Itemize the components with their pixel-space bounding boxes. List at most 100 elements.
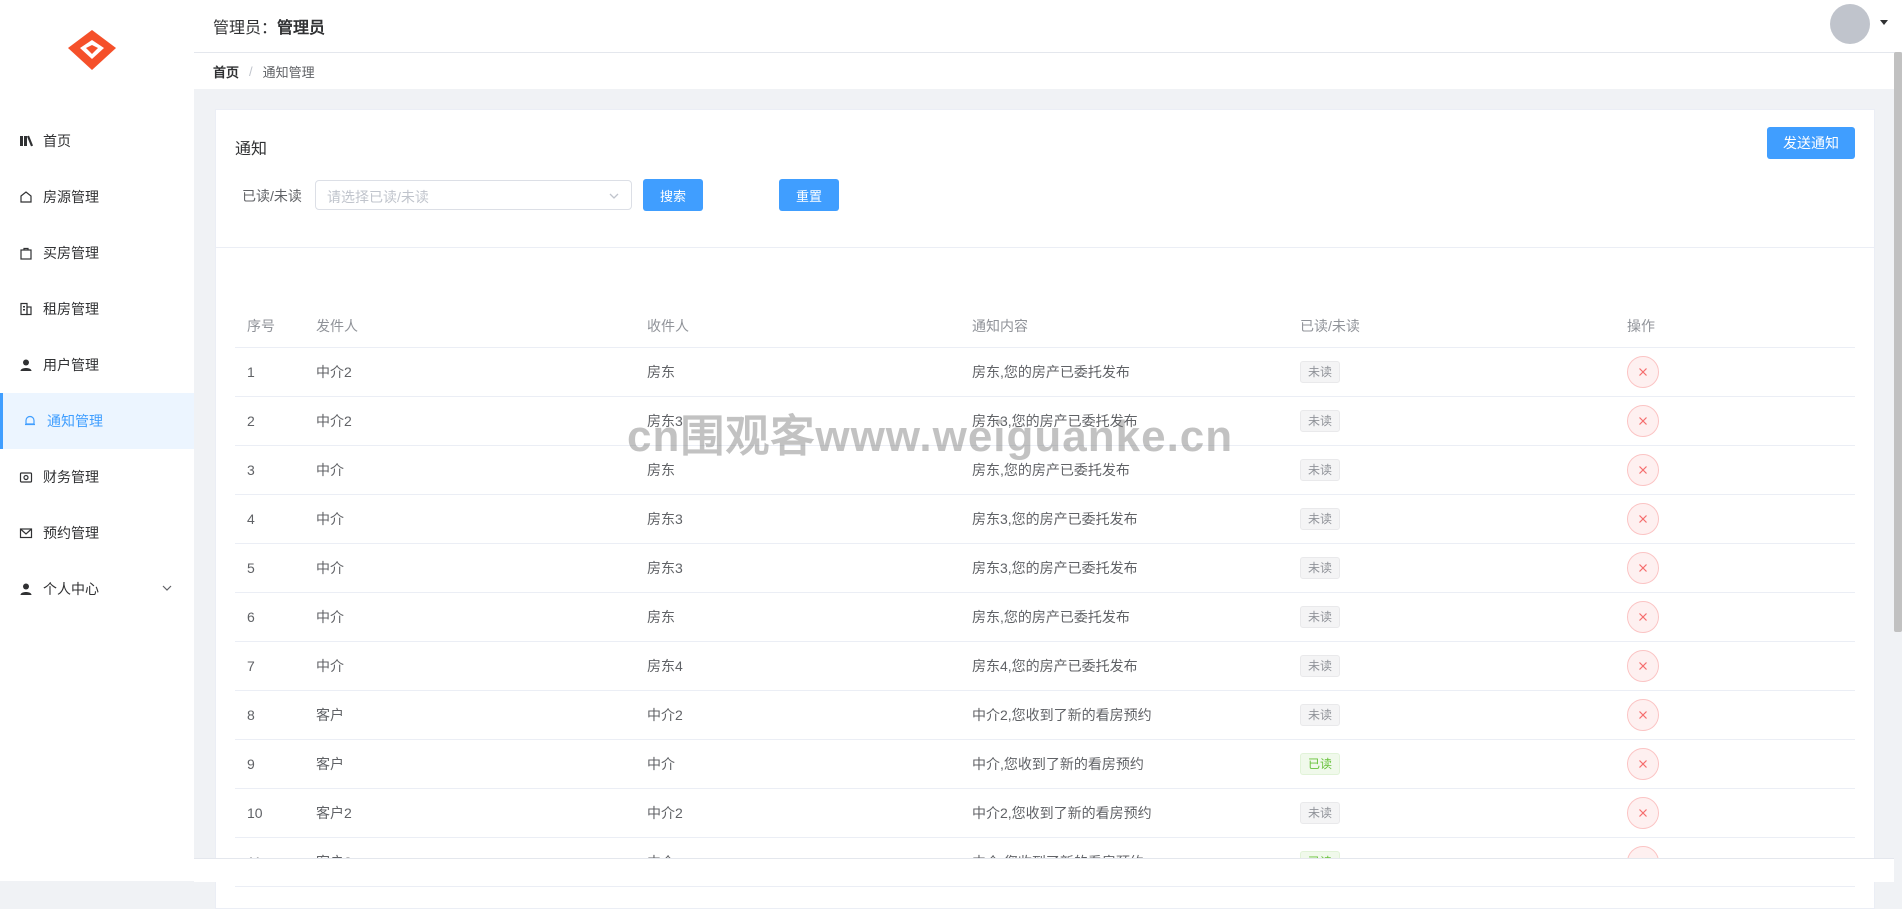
close-icon xyxy=(1639,515,1647,523)
content-cell: 房东3,您的房产已委托发布 xyxy=(972,560,1138,576)
close-icon xyxy=(1639,711,1647,719)
delete-button[interactable] xyxy=(1627,503,1659,535)
user-icon xyxy=(18,581,34,597)
chevron-down-icon xyxy=(608,189,620,201)
sidebar-item-label: 个人中心 xyxy=(43,581,99,597)
actions-cell xyxy=(1615,601,1855,633)
delete-button[interactable] xyxy=(1627,601,1659,633)
sidebar-item-5[interactable]: 通知管理 xyxy=(0,393,194,449)
horizontal-scrollbar[interactable] xyxy=(194,858,1894,882)
actions-cell xyxy=(1615,797,1855,829)
status-cell: 未读 xyxy=(1288,704,1615,726)
caret-down-icon[interactable] xyxy=(1880,20,1888,25)
select-placeholder: 请选择已读/未读 xyxy=(327,189,429,205)
sidebar-item-8[interactable]: 个人中心 xyxy=(0,561,194,617)
breadcrumb-home[interactable]: 首页 xyxy=(213,62,239,81)
delete-button[interactable] xyxy=(1627,797,1659,829)
close-icon xyxy=(1639,662,1647,670)
reset-button[interactable]: 重置 xyxy=(779,179,839,211)
wallet-icon xyxy=(18,469,34,485)
content-cell: 中介2,您收到了新的看房预约 xyxy=(972,805,1152,821)
sidebar: 首页 房源管理 买房管理 租房管理用户管理通知管理财务管理预约管理个人中心 xyxy=(0,0,194,881)
delete-button[interactable] xyxy=(1627,454,1659,486)
bell-icon xyxy=(22,413,38,429)
status-cell: 未读 xyxy=(1288,802,1615,824)
delete-button[interactable] xyxy=(1627,650,1659,682)
admin-name: 管理员 xyxy=(277,20,326,37)
row-number: 6 xyxy=(247,609,255,625)
status-cell: 未读 xyxy=(1288,655,1615,677)
sidebar-item-1[interactable]: 房源管理 xyxy=(0,169,194,225)
receiver-cell: 房东3 xyxy=(647,511,683,527)
receiver-cell: 房东 xyxy=(647,364,675,380)
status-badge: 未读 xyxy=(1300,459,1341,481)
sender-cell: 中介2 xyxy=(316,413,352,429)
sidebar-item-label: 用户管理 xyxy=(43,357,99,373)
user-icon xyxy=(18,357,34,373)
admin-label: 管理员：管理员 xyxy=(213,14,325,38)
status-cell: 已读 xyxy=(1288,753,1615,775)
sidebar-item-6[interactable]: 财务管理 xyxy=(0,449,194,505)
avatar[interactable] xyxy=(1830,4,1870,44)
delete-button[interactable] xyxy=(1627,356,1659,388)
sidebar-item-label: 通知管理 xyxy=(47,413,103,429)
sidebar-item-2[interactable]: 买房管理 xyxy=(0,225,194,281)
actions-cell xyxy=(1615,552,1855,584)
sidebar-item-3[interactable]: 租房管理 xyxy=(0,281,194,337)
sender-cell: 客户 xyxy=(316,707,344,723)
search-button[interactable]: 搜索 xyxy=(643,179,703,211)
actions-cell xyxy=(1615,699,1855,731)
close-icon xyxy=(1639,760,1647,768)
table-row: 9 客户 中介 中介,您收到了新的看房预约 已读 xyxy=(235,740,1855,789)
house-icon xyxy=(18,189,34,205)
status-badge: 未读 xyxy=(1300,361,1341,383)
close-icon xyxy=(1639,368,1647,376)
table-row: 4 中介 房东3 房东3,您的房产已委托发布 未读 xyxy=(235,495,1855,544)
row-number: 2 xyxy=(247,413,255,429)
row-number: 4 xyxy=(247,511,255,527)
top-header: 管理员：管理员 xyxy=(194,0,1902,53)
receiver-cell: 中介2 xyxy=(647,707,683,723)
breadcrumb-current: 通知管理 xyxy=(262,64,315,80)
receiver-cell: 房东3 xyxy=(647,560,683,576)
row-number: 9 xyxy=(247,756,255,772)
card-title: 通知 xyxy=(235,141,268,158)
sidebar-item-0[interactable]: 首页 xyxy=(0,113,194,169)
actions-cell xyxy=(1615,454,1855,486)
vertical-scrollbar[interactable] xyxy=(1894,52,1902,632)
close-icon xyxy=(1639,613,1647,621)
content-cell: 房东,您的房产已委托发布 xyxy=(972,609,1130,625)
status-cell: 未读 xyxy=(1288,557,1615,579)
app-logo[interactable] xyxy=(62,26,122,76)
status-badge: 未读 xyxy=(1300,606,1341,628)
content-cell: 房东,您的房产已委托发布 xyxy=(972,364,1130,380)
notification-card: 通知 发送通知 已读/未读 请选择已读/未读 搜索 重置 序号 发件人 收件人 … xyxy=(215,109,1875,909)
sender-cell: 中介2 xyxy=(316,364,352,380)
table-row: 10 客户2 中介2 中介2,您收到了新的看房预约 未读 xyxy=(235,789,1855,838)
read-status-select[interactable]: 请选择已读/未读 xyxy=(315,180,632,210)
receiver-cell: 中介2 xyxy=(647,805,683,821)
row-number: 1 xyxy=(247,364,255,380)
delete-button[interactable] xyxy=(1627,552,1659,584)
delete-button[interactable] xyxy=(1627,405,1659,437)
status-badge: 未读 xyxy=(1300,557,1341,579)
actions-cell xyxy=(1615,405,1855,437)
actions-cell xyxy=(1615,650,1855,682)
status-badge: 未读 xyxy=(1300,410,1341,432)
sidebar-item-label: 财务管理 xyxy=(43,469,99,485)
table-row: 7 中介 房东4 房东4,您的房产已委托发布 未读 xyxy=(235,642,1855,691)
send-notification-button[interactable]: 发送通知 xyxy=(1767,127,1855,159)
breadcrumb-separator: / xyxy=(249,63,253,79)
dashboard-icon xyxy=(18,133,34,149)
sidebar-item-label: 预约管理 xyxy=(43,525,99,541)
breadcrumb: 首页 / 通知管理 xyxy=(194,53,1894,89)
sender-cell: 中介 xyxy=(316,560,344,576)
table-row: 8 客户 中介2 中介2,您收到了新的看房预约 未读 xyxy=(235,691,1855,740)
delete-button[interactable] xyxy=(1627,699,1659,731)
sidebar-item-4[interactable]: 用户管理 xyxy=(0,337,194,393)
row-number: 7 xyxy=(247,658,255,674)
sidebar-item-7[interactable]: 预约管理 xyxy=(0,505,194,561)
admin-prefix: 管理员： xyxy=(213,20,278,37)
delete-button[interactable] xyxy=(1627,748,1659,780)
status-badge: 未读 xyxy=(1300,802,1341,824)
